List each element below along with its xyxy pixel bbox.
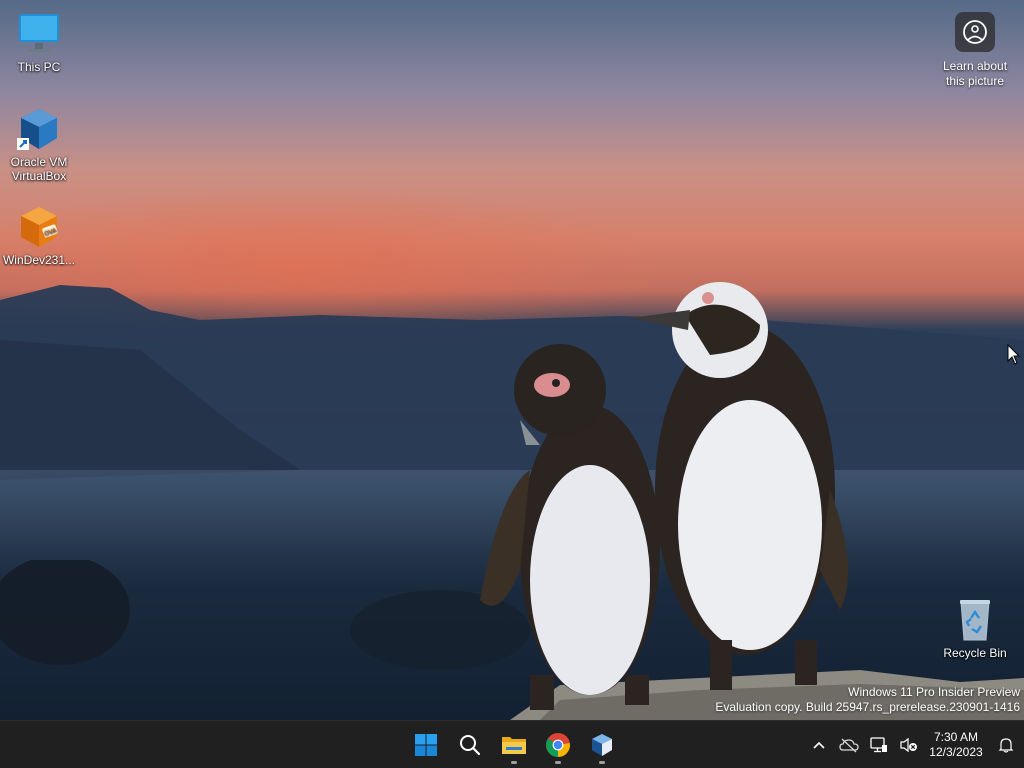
taskbar-app-area — [404, 721, 624, 768]
folder-icon — [502, 737, 526, 754]
running-indicator — [599, 761, 605, 764]
show-hidden-icons-button[interactable] — [804, 725, 834, 765]
taskbar-chrome-button[interactable] — [536, 723, 580, 767]
clock-date: 12/3/2023 — [929, 745, 983, 759]
taskbar: 7:30 AM 12/3/2023 — [0, 720, 1024, 768]
taskbar-virtualbox-button[interactable] — [580, 723, 624, 767]
desktop-icon-windev-ova[interactable]: OVA WinDev231... — [0, 203, 78, 267]
notifications-button[interactable] — [988, 725, 1024, 765]
mouse-pointer-icon — [1007, 344, 1021, 365]
bell-icon — [998, 738, 1014, 753]
virtualbox-icon — [15, 105, 63, 153]
running-indicator — [511, 761, 517, 764]
taskbar-clock[interactable]: 7:30 AM 12/3/2023 — [924, 730, 988, 760]
search-icon — [460, 735, 481, 756]
volume-button[interactable] — [894, 725, 924, 765]
ova-package-icon: OVA — [15, 203, 63, 251]
camera-compass-icon — [963, 20, 987, 44]
network-icon — [870, 737, 887, 753]
taskbar-file-explorer-button[interactable] — [492, 723, 536, 767]
windows-build-watermark: Windows 11 Pro Insider Preview Evaluatio… — [715, 685, 1020, 715]
desktop-wallpaper — [0, 0, 1024, 720]
wallpaper-penguins — [480, 282, 848, 710]
taskbar-search-button[interactable] — [448, 723, 492, 767]
watermark-line-edition: Windows 11 Pro Insider Preview — [848, 685, 1020, 699]
desktop-icon-this-pc[interactable]: This PC — [0, 10, 78, 74]
chrome-icon — [546, 733, 570, 757]
learn-about-picture-label[interactable]: Learn about this picture — [932, 59, 1018, 89]
desktop-icon-label: This PC — [17, 60, 61, 74]
running-indicator — [555, 761, 561, 764]
monitor-icon — [15, 10, 63, 58]
taskbar-start-button[interactable] — [404, 723, 448, 767]
desktop-icon-label: WinDev231... — [2, 253, 76, 267]
desktop-icon-virtualbox[interactable]: Oracle VM VirtualBox — [0, 105, 78, 183]
windows-start-icon — [415, 734, 437, 756]
desktop-icon-label: Recycle Bin — [943, 646, 1007, 660]
chevron-up-icon — [813, 741, 825, 749]
recycle-bin-icon — [951, 596, 999, 644]
desktop-icon-recycle-bin[interactable]: Recycle Bin — [936, 596, 1014, 660]
volume-muted-icon — [900, 737, 917, 753]
watermark-line-build: Evaluation copy. Build 25947.rs_prerelea… — [715, 700, 1020, 714]
desktop-icon-label: Oracle VM VirtualBox — [10, 155, 68, 183]
onedrive-button[interactable] — [834, 725, 864, 765]
system-tray: 7:30 AM 12/3/2023 — [804, 721, 1024, 768]
network-button[interactable] — [864, 725, 894, 765]
virtualbox-icon — [592, 734, 612, 756]
clock-time: 7:30 AM — [933, 730, 979, 744]
learn-about-picture-button[interactable] — [955, 12, 995, 52]
onedrive-offline-icon — [839, 738, 859, 753]
